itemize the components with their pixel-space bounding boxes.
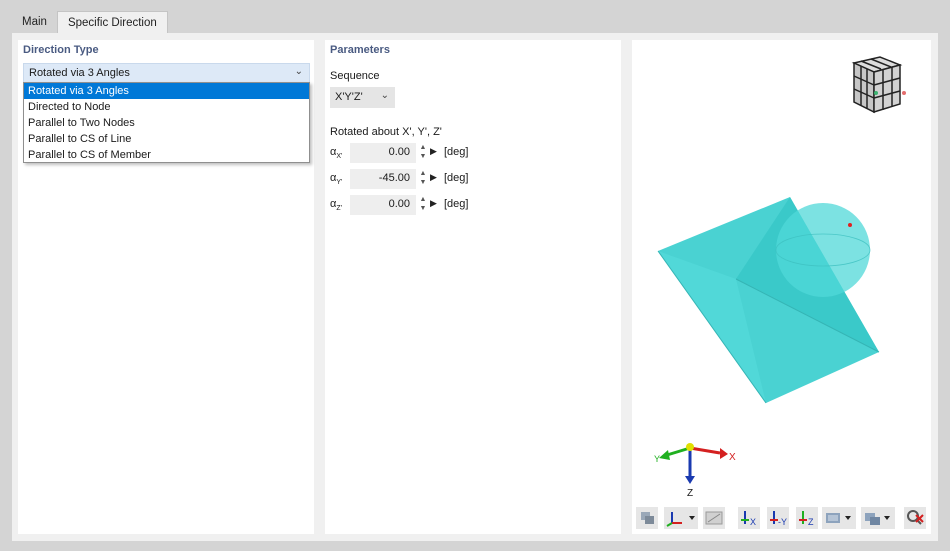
view-minus-y-icon[interactable]: -Y [767, 507, 789, 529]
alpha-y-unit: [deg] [444, 172, 469, 184]
view-toolbar: X -Y Z [636, 507, 928, 529]
iso-view-icon[interactable] [861, 507, 895, 529]
alpha-z-menu-arrow-icon[interactable]: ▶ [430, 198, 437, 209]
chevron-down-icon: ⌄ [294, 66, 303, 77]
axis-triad-icon: X Y Z [654, 443, 736, 499]
alpha-z-input[interactable]: 0.00 [350, 195, 416, 215]
alpha-z-label: αZ' [330, 198, 342, 213]
view-x-icon[interactable]: X [738, 507, 760, 529]
direction-type-title: Direction Type [23, 44, 99, 56]
alpha-y-label: αY' [330, 172, 343, 187]
svg-text:-Y: -Y [778, 517, 787, 527]
option-rotated-via-3-angles[interactable]: Rotated via 3 Angles [24, 83, 309, 99]
angle-row-y: αY' -45.00 ▲ ▼ ▶ [deg] [330, 169, 530, 189]
alpha-y-menu-arrow-icon[interactable]: ▶ [430, 172, 437, 183]
z-axis-label: Z [687, 488, 693, 499]
display-icon[interactable] [822, 507, 856, 529]
sequence-value: X'Y'Z' [335, 91, 363, 103]
svg-text:X: X [750, 517, 756, 527]
option-parallel-to-cs-of-member[interactable]: Parallel to CS of Member [24, 147, 309, 163]
sequence-dropdown[interactable]: X'Y'Z' ⌄ [330, 87, 395, 108]
coordinate-system-icon[interactable] [664, 507, 698, 529]
alpha-x-label: αX' [330, 146, 343, 161]
sequence-label: Sequence [330, 70, 380, 82]
chevron-down-icon: ⌄ [380, 90, 389, 101]
direction-type-options-list[interactable]: Rotated via 3 Angles Directed to Node Pa… [23, 82, 310, 163]
tab-bar: Main Specific Direction [12, 11, 168, 33]
y-axis-label: Y [654, 454, 660, 464]
tab-specific-direction[interactable]: Specific Direction [56, 11, 168, 33]
option-parallel-to-cs-of-line[interactable]: Parallel to CS of Line [24, 131, 309, 147]
alpha-x-unit: [deg] [444, 146, 469, 158]
render-mode-icon[interactable] [636, 507, 658, 529]
alpha-x-input[interactable]: 0.00 [350, 143, 416, 163]
x-axis-label: X [729, 452, 736, 463]
view-z-icon[interactable]: Z [796, 507, 818, 529]
option-directed-to-node[interactable]: Directed to Node [24, 99, 309, 115]
rotated-about-label: Rotated about X', Y', Z' [330, 126, 442, 138]
navigation-cube-icon[interactable] [851, 56, 906, 114]
direction-type-dropdown[interactable]: Rotated via 3 Angles ⌄ [23, 63, 310, 83]
alpha-z-spinner[interactable]: ▲ ▼ [418, 195, 428, 215]
tab-main[interactable]: Main [12, 11, 57, 33]
alpha-y-spinner[interactable]: ▲ ▼ [418, 169, 428, 189]
alpha-z-unit: [deg] [444, 198, 469, 210]
alpha-x-menu-arrow-icon[interactable]: ▶ [430, 146, 437, 157]
parameters-title: Parameters [330, 44, 390, 56]
view-options-icon[interactable] [703, 507, 725, 529]
alpha-x-spinner[interactable]: ▲ ▼ [418, 143, 428, 163]
angle-row-z: αZ' 0.00 ▲ ▼ ▶ [deg] [330, 195, 530, 215]
parameters-panel: Parameters Sequence X'Y'Z' ⌄ Rotated abo… [325, 40, 621, 534]
reset-zoom-icon[interactable] [904, 507, 926, 529]
3d-viewport[interactable]: X Y Z [632, 40, 931, 534]
option-parallel-to-two-nodes[interactable]: Parallel to Two Nodes [24, 115, 309, 131]
angle-row-x: αX' 0.00 ▲ ▼ ▶ [deg] [330, 143, 530, 163]
3d-view-panel[interactable]: X Y Z X -Y Z [632, 40, 931, 534]
direction-sphere-shape [775, 203, 871, 297]
svg-text:Z: Z [808, 517, 814, 527]
alpha-y-input[interactable]: -45.00 [350, 169, 416, 189]
direction-type-value: Rotated via 3 Angles [29, 67, 130, 79]
origin-point [848, 223, 852, 227]
